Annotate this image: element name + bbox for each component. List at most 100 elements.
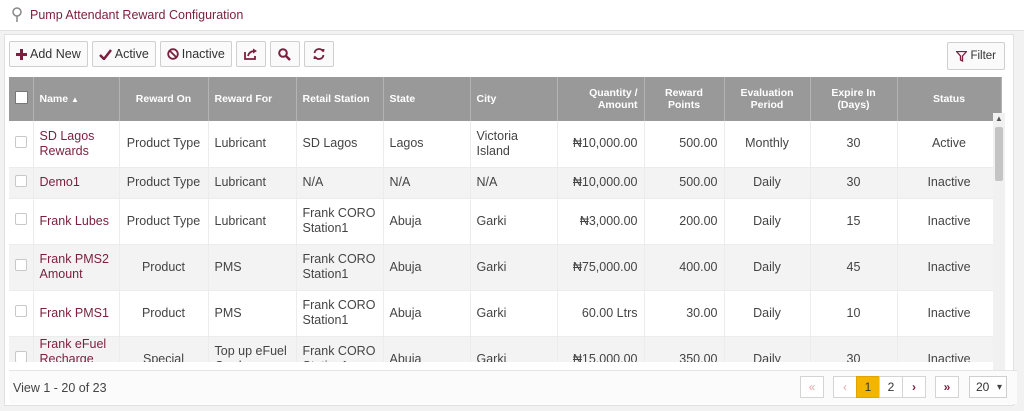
cell-name[interactable]: Frank PMS2 Amount (33, 244, 120, 291)
scrollbar-thumb[interactable] (995, 127, 1003, 181)
cell-quantity: ₦10,000.00 (557, 121, 645, 168)
cell-retail-station: Frank CORO Station1 (296, 244, 384, 291)
cell-reward-on: Product (119, 244, 209, 291)
cell-state: Abuja (383, 290, 471, 337)
row-checkbox[interactable] (15, 351, 27, 362)
vertical-scrollbar[interactable]: ▲ ▼ (993, 113, 1005, 400)
page-1-button[interactable]: 1 (856, 376, 880, 398)
plus-icon (16, 48, 27, 60)
cell-quantity: ₦3,000.00 (557, 198, 645, 245)
row-select-cell[interactable] (9, 167, 34, 199)
active-button[interactable]: Active (91, 41, 156, 67)
page-title: Pump Attendant Reward Configuration (30, 8, 244, 22)
cell-reward-for: PMS (208, 290, 297, 337)
cell-reward-points: 400.00 (644, 244, 725, 291)
row-checkbox[interactable] (15, 174, 27, 187)
table-row[interactable]: Frank Lubes Product Type Lubricant Frank… (9, 198, 1002, 245)
select-all-checkbox[interactable] (15, 91, 28, 104)
page-size-select[interactable]: 20 (969, 376, 1007, 398)
cell-quantity: ₦10,000.00 (557, 167, 645, 199)
cell-reward-points: 500.00 (644, 121, 725, 168)
page-2-button[interactable]: 2 (879, 376, 903, 398)
row-select-cell[interactable] (9, 336, 34, 362)
cell-reward-on: Product Type (119, 167, 209, 199)
grid-panel: Add New Active Inactive Filter Name ▲ Re… (4, 34, 1017, 406)
filter-button[interactable]: Filter (947, 42, 1005, 70)
col-header-evaluation-period[interactable]: Evaluation Period (724, 77, 811, 121)
page-header: Pump Attendant Reward Configuration (0, 0, 1024, 31)
record-count: View 1 - 20 of 23 (13, 381, 107, 395)
row-select-cell[interactable] (9, 121, 34, 168)
cell-status: Active (897, 121, 1002, 168)
cell-status: Inactive (897, 336, 1002, 362)
pagination: « ‹ 1 2 › » 20 (800, 376, 1007, 398)
cell-name[interactable]: Demo1 (33, 167, 120, 199)
add-new-button[interactable]: Add New (9, 41, 88, 67)
row-checkbox[interactable] (15, 259, 27, 271)
row-select-cell[interactable] (9, 244, 34, 291)
col-header-quantity[interactable]: Quantity / Amount (557, 77, 645, 121)
row-checkbox[interactable] (15, 305, 27, 317)
cell-retail-station: Frank CORO Station1 (296, 290, 384, 337)
refresh-button[interactable] (303, 41, 334, 67)
col-header-name[interactable]: Name ▲ (33, 77, 120, 121)
prev-page-button[interactable]: ‹ (833, 376, 857, 398)
last-page-button[interactable]: » (935, 376, 959, 398)
col-header-reward-on[interactable]: Reward On (119, 77, 209, 121)
cell-reward-on: Product Type (119, 198, 209, 245)
cell-state: Lagos (383, 121, 471, 168)
table-row[interactable]: Frank PMS2 Amount Product PMS Frank CORO… (9, 244, 1002, 291)
col-header-expire-in[interactable]: Expire In (Days) (810, 77, 898, 121)
col-header-city[interactable]: City (470, 77, 558, 121)
table-row[interactable]: Demo1 Product Type Lubricant N/A N/A N/A… (9, 167, 1002, 199)
cell-name[interactable]: Frank eFuel Recharge Card (33, 336, 120, 362)
filter-label: Filter (970, 50, 996, 62)
col-header-reward-for[interactable]: Reward For (208, 77, 297, 121)
next-page-button[interactable]: › (902, 376, 926, 398)
cell-status: Inactive (897, 198, 1002, 245)
select-all-header[interactable] (9, 77, 34, 121)
cell-expire-in: 30 (810, 167, 898, 199)
cell-status: Inactive (897, 290, 1002, 337)
scroll-up-icon[interactable]: ▲ (993, 113, 1005, 125)
cell-state: N/A (383, 167, 471, 199)
chevron-left-icon: ‹ (843, 380, 847, 394)
row-select-cell[interactable] (9, 198, 34, 245)
export-button[interactable] (235, 41, 266, 67)
col-header-retail-station[interactable]: Retail Station (296, 77, 384, 121)
col-header-state[interactable]: State (383, 77, 471, 121)
col-header-reward-points[interactable]: Reward Points (644, 77, 725, 121)
cell-reward-points: 350.00 (644, 336, 725, 362)
cell-state: Abuja (383, 198, 471, 245)
cell-name[interactable]: Frank PMS1 (33, 290, 120, 337)
table-row[interactable]: Frank PMS1 Product PMS Frank CORO Statio… (9, 290, 1002, 337)
cell-expire-in: 45 (810, 244, 898, 291)
col-header-status[interactable]: Status (897, 77, 1002, 121)
cell-evaluation-period: Daily (724, 336, 811, 362)
table-row[interactable]: SD Lagos Rewards Product Type Lubricant … (9, 121, 1002, 168)
inactive-label: Inactive (181, 47, 225, 61)
row-checkbox[interactable] (15, 213, 27, 225)
cell-city: N/A (470, 167, 558, 199)
toolbar: Add New Active Inactive (9, 41, 334, 69)
search-button[interactable] (269, 41, 300, 67)
cell-reward-for: Lubricant (208, 121, 297, 168)
cell-status: Inactive (897, 167, 1002, 199)
cell-name[interactable]: Frank Lubes (33, 198, 120, 245)
table-row[interactable]: Frank eFuel Recharge Card Special Top up… (9, 336, 1002, 362)
cell-city: Garki (470, 244, 558, 291)
chevron-right-icon: › (912, 380, 916, 394)
row-checkbox[interactable] (15, 135, 27, 148)
row-select-cell[interactable] (9, 290, 34, 337)
filter-icon (956, 50, 968, 62)
inactive-button[interactable]: Inactive (159, 41, 232, 67)
cell-expire-in: 30 (810, 336, 898, 362)
first-page-button[interactable]: « (800, 376, 824, 398)
search-icon (278, 47, 292, 61)
refresh-icon (313, 48, 325, 60)
cell-evaluation-period: Daily (724, 244, 811, 291)
cell-city: Garki (470, 198, 558, 245)
check-icon (98, 48, 112, 60)
pager-bar: View 1 - 20 of 23 « ‹ 1 2 › » 20 (9, 370, 1017, 404)
cell-name[interactable]: SD Lagos Rewards (33, 121, 120, 168)
